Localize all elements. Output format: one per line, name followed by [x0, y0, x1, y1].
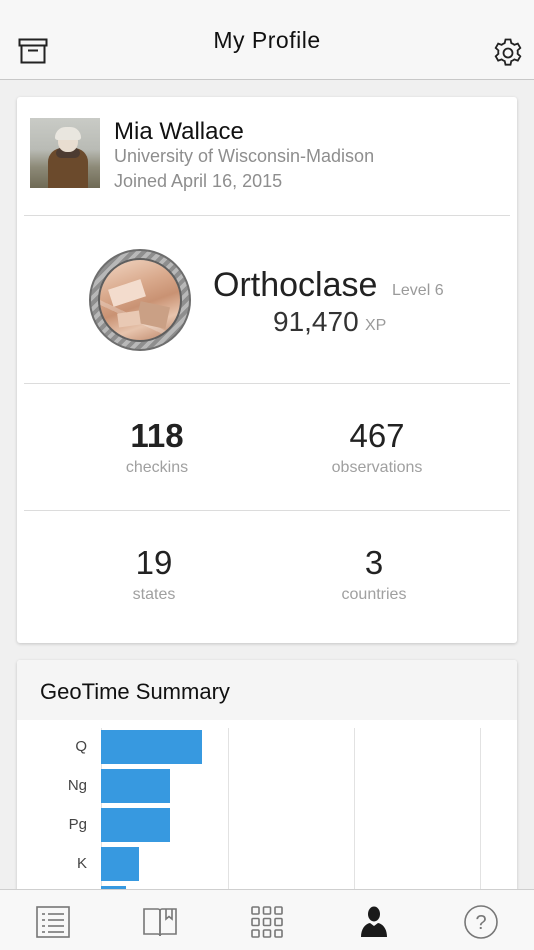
stat-checkins[interactable]: 118 checkins	[57, 417, 257, 477]
chart-gridline	[228, 728, 229, 900]
xp-unit: XP	[365, 317, 387, 334]
xp-value: 91,470	[273, 306, 359, 337]
geotime-bar[interactable]	[101, 769, 170, 803]
states-count: 19	[135, 544, 173, 581]
bar-label: K	[76, 855, 87, 872]
gear-icon[interactable]	[492, 37, 524, 69]
help-icon[interactable]: ?	[462, 904, 500, 940]
geotime-title: GeoTime Summary	[40, 679, 230, 704]
checkins-count: 118	[130, 417, 184, 454]
page-title: My Profile	[213, 27, 321, 53]
user-school: University of Wisconsin-Madison	[114, 146, 375, 166]
geotime-header: GeoTime Summary	[17, 660, 517, 720]
states-label: states	[132, 586, 176, 603]
profile-card: Mia Wallace University of Wisconsin-Madi…	[17, 97, 517, 643]
observations-count: 467	[349, 417, 405, 454]
grid-icon[interactable]	[248, 904, 286, 940]
profile-icon[interactable]	[355, 904, 393, 940]
mineral-level: Level 6	[392, 282, 444, 299]
geotime-bar[interactable]	[101, 730, 202, 764]
mineral-badge[interactable]	[89, 249, 191, 351]
stat-states[interactable]: 19 states	[54, 544, 254, 604]
book-icon[interactable]	[141, 904, 179, 940]
tab-bar: ?	[0, 889, 534, 950]
mineral-rank-name: Orthoclase	[213, 266, 378, 304]
bar-label: Q	[75, 738, 87, 755]
user-joined-date: Joined April 16, 2015	[114, 171, 283, 191]
list-icon[interactable]	[34, 904, 72, 940]
archive-box-icon[interactable]	[18, 38, 48, 64]
geotime-card: GeoTime Summary Q Ng Pg K	[17, 660, 517, 900]
geotime-bar[interactable]	[101, 808, 170, 842]
svg-text:?: ?	[475, 912, 486, 934]
chart-gridline	[480, 728, 481, 900]
chart-gridline	[354, 728, 355, 900]
geotime-bar[interactable]	[101, 847, 139, 881]
divider	[24, 383, 510, 384]
stat-observations[interactable]: 467 observations	[277, 417, 477, 477]
countries-label: countries	[341, 586, 407, 603]
countries-count: 3	[364, 544, 384, 581]
observations-label: observations	[331, 459, 423, 476]
checkins-label: checkins	[125, 459, 189, 476]
bar-label: Ng	[67, 777, 87, 794]
bar-label: Pg	[68, 816, 87, 833]
divider	[24, 215, 510, 216]
header-bar: My Profile	[0, 0, 534, 80]
avatar[interactable]	[30, 118, 100, 188]
stat-countries[interactable]: 3 countries	[274, 544, 474, 604]
user-name: Mia Wallace	[114, 118, 244, 145]
divider	[24, 510, 510, 511]
